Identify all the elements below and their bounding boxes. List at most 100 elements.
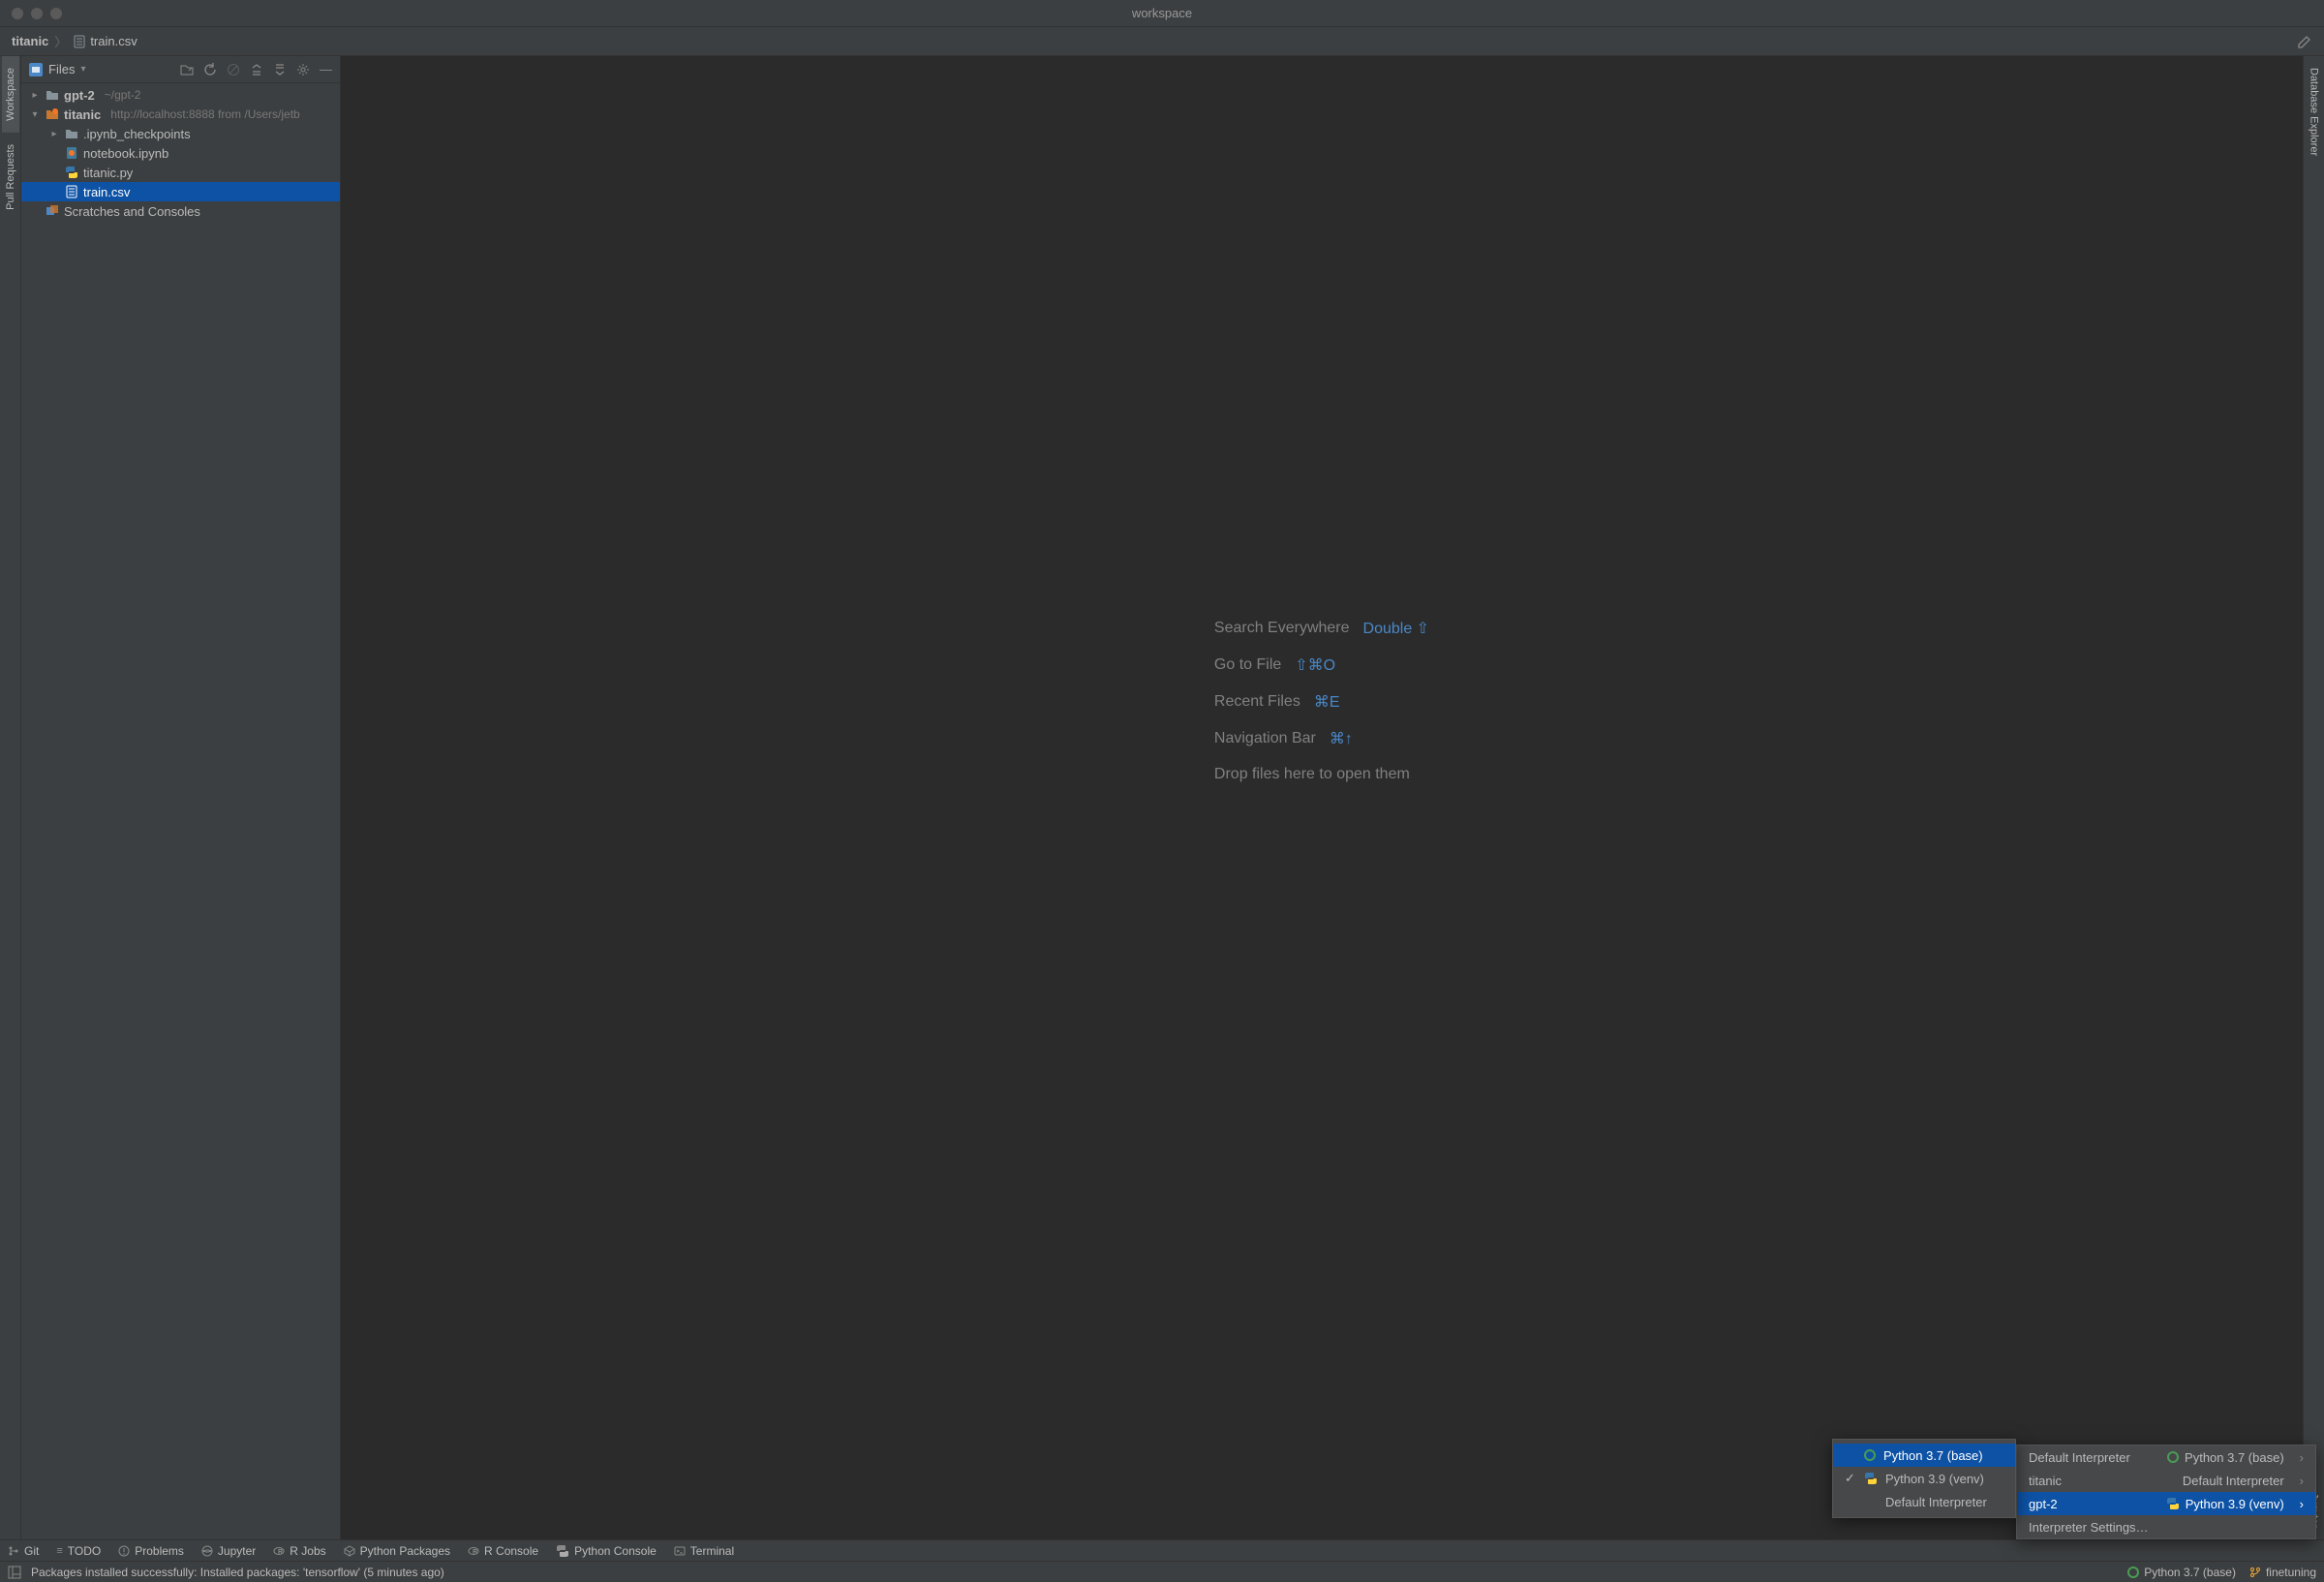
tree-item-scratches[interactable]: Scratches and Consoles (21, 201, 340, 221)
close-window-button[interactable] (12, 8, 23, 19)
status-branch-label: finetuning (2266, 1566, 2316, 1579)
tab-python-console[interactable]: Python Console (556, 1544, 657, 1558)
minimize-window-button[interactable] (31, 8, 43, 19)
tab-rconsole-label: R Console (484, 1544, 538, 1558)
submenu-default[interactable]: Default Interpreter (1833, 1490, 2015, 1513)
tab-database-explorer[interactable]: Database Explorer (2306, 56, 2323, 167)
tab-rjobs[interactable]: R R Jobs (273, 1544, 325, 1558)
tab-terminal-label: Terminal (690, 1544, 734, 1558)
tab-pull-requests[interactable]: Pull Requests (2, 133, 19, 222)
package-icon (344, 1545, 355, 1557)
scratches-icon (45, 203, 60, 219)
tab-problems-label: Problems (135, 1544, 184, 1558)
project-panel-title[interactable]: Files ▾ (29, 62, 85, 76)
tree-item-checkpoints[interactable]: .ipynb_checkpoints (21, 124, 340, 143)
submenu-python37[interactable]: Python 3.7 (base) (1833, 1444, 2015, 1467)
popup-default-interpreter[interactable]: Default Interpreter Python 3.7 (base) › (2017, 1445, 2315, 1469)
interpreter-popup: Default Interpreter Python 3.7 (base) › … (2016, 1445, 2316, 1539)
tool-window-quick-access-icon[interactable] (8, 1566, 21, 1579)
expand-arrow-icon[interactable] (29, 90, 41, 101)
r-console-icon: R (468, 1545, 479, 1557)
expand-arrow-icon[interactable] (48, 129, 60, 139)
notebook-icon (64, 145, 79, 161)
bottom-toolbar: Git ≡ TODO Problems Jupyter R R Jobs Pyt… (0, 1539, 2324, 1561)
submenu-python39[interactable]: ✓ Python 3.9 (venv) (1833, 1467, 2015, 1490)
locate-icon[interactable] (180, 63, 194, 76)
tab-python-packages[interactable]: Python Packages (344, 1544, 450, 1558)
stop-icon[interactable] (227, 63, 240, 76)
tree-item-titanic-py[interactable]: titanic.py (21, 163, 340, 182)
welcome-label: Drop files here to open them (1214, 766, 1410, 783)
popup-interpreter-settings[interactable]: Interpreter Settings… (2017, 1515, 2315, 1538)
refresh-icon[interactable] (203, 63, 217, 76)
python-console-icon (556, 1544, 569, 1558)
maximize-window-button[interactable] (50, 8, 62, 19)
window-controls (0, 8, 62, 19)
tree-item-titanic[interactable]: titanic http://localhost:8888 from /User… (21, 105, 340, 124)
edit-icon[interactable] (2297, 34, 2312, 49)
welcome-label: Navigation Bar (1214, 730, 1316, 747)
popup-row-label: gpt-2 (2029, 1497, 2139, 1511)
welcome-recent-files: Recent Files ⌘E (1214, 692, 1429, 712)
todo-icon: ≡ (56, 1545, 62, 1557)
tab-rconsole[interactable]: R R Console (468, 1544, 538, 1558)
popup-row-value: Python 3.9 (venv) (2186, 1497, 2284, 1511)
files-view-icon (29, 63, 43, 76)
tree-item-gpt2[interactable]: gpt-2 ~/gpt-2 (21, 85, 340, 105)
breadcrumb-file[interactable]: train.csv (73, 34, 137, 48)
welcome-shortcut: ⌘↑ (1330, 729, 1353, 748)
tab-problems[interactable]: Problems (118, 1544, 184, 1558)
submenu-label: Python 3.9 (venv) (1885, 1472, 2003, 1486)
status-interpreter[interactable]: Python 3.7 (base) (2127, 1566, 2236, 1579)
welcome-shortcut: ⌘E (1314, 692, 1340, 712)
tab-todo[interactable]: ≡ TODO (56, 1544, 101, 1558)
breadcrumb-separator: 〉 (54, 32, 67, 50)
chevron-right-icon: › (2300, 1497, 2304, 1511)
breadcrumb: titanic 〉 train.csv (12, 32, 138, 50)
interpreter-status-icon (2127, 1567, 2139, 1578)
submenu-label: Python 3.7 (base) (1883, 1448, 2003, 1463)
titlebar: workspace (0, 0, 2324, 27)
status-git-branch[interactable]: finetuning (2249, 1566, 2316, 1579)
problems-icon (118, 1545, 130, 1557)
welcome-label: Go to File (1214, 656, 1281, 674)
window-title: workspace (1132, 6, 1192, 20)
welcome-navigation-bar: Navigation Bar ⌘↑ (1214, 729, 1429, 748)
breadcrumb-project[interactable]: titanic (12, 34, 48, 48)
tree-hint: http://localhost:8888 from /Users/jetb (110, 107, 299, 121)
chevron-down-icon: ▾ (80, 64, 85, 75)
tree-label: Scratches and Consoles (64, 204, 200, 219)
welcome-label: Search Everywhere (1214, 620, 1350, 637)
tab-todo-label: TODO (68, 1544, 101, 1558)
hide-panel-icon[interactable]: — (320, 62, 332, 76)
editor-area[interactable]: Search Everywhere Double ⇧ Go to File ⇧⌘… (341, 56, 2303, 1539)
welcome-shortcut: Double ⇧ (1363, 619, 1430, 638)
tree-label: .ipynb_checkpoints (83, 127, 191, 141)
tree-label: titanic (64, 107, 101, 122)
tab-workspace[interactable]: Workspace (2, 56, 19, 133)
interpreter-status-icon (1864, 1449, 1876, 1461)
tab-pypackages-label: Python Packages (360, 1544, 450, 1558)
collapse-all-icon[interactable] (273, 63, 287, 76)
git-icon (8, 1545, 19, 1557)
popup-project-gpt2[interactable]: gpt-2 Python 3.9 (venv) › (2017, 1492, 2315, 1515)
tab-terminal[interactable]: Terminal (674, 1544, 734, 1558)
folder-icon (45, 87, 60, 103)
gear-icon[interactable] (296, 63, 310, 76)
tab-git-label: Git (24, 1544, 39, 1558)
collapse-arrow-icon[interactable] (29, 109, 41, 120)
welcome-panel: Search Everywhere Double ⇧ Go to File ⇧⌘… (1214, 619, 1429, 783)
check-icon: ✓ (1845, 1471, 1856, 1486)
tab-git[interactable]: Git (8, 1544, 39, 1558)
chevron-right-icon: › (2300, 1450, 2304, 1465)
expand-all-icon[interactable] (250, 63, 263, 76)
popup-project-titanic[interactable]: titanic Default Interpreter › (2017, 1469, 2315, 1492)
tab-jupyter-bottom[interactable]: Jupyter (201, 1544, 256, 1558)
breadcrumb-file-label: train.csv (90, 34, 137, 48)
project-tree[interactable]: gpt-2 ~/gpt-2 titanic http://localhost:8… (21, 83, 340, 1539)
welcome-goto-file: Go to File ⇧⌘O (1214, 655, 1429, 675)
tree-label: titanic.py (83, 166, 133, 180)
tree-item-notebook[interactable]: notebook.ipynb (21, 143, 340, 163)
tree-item-train-csv[interactable]: train.csv (21, 182, 340, 201)
status-message: Packages installed successfully: Install… (31, 1566, 444, 1579)
